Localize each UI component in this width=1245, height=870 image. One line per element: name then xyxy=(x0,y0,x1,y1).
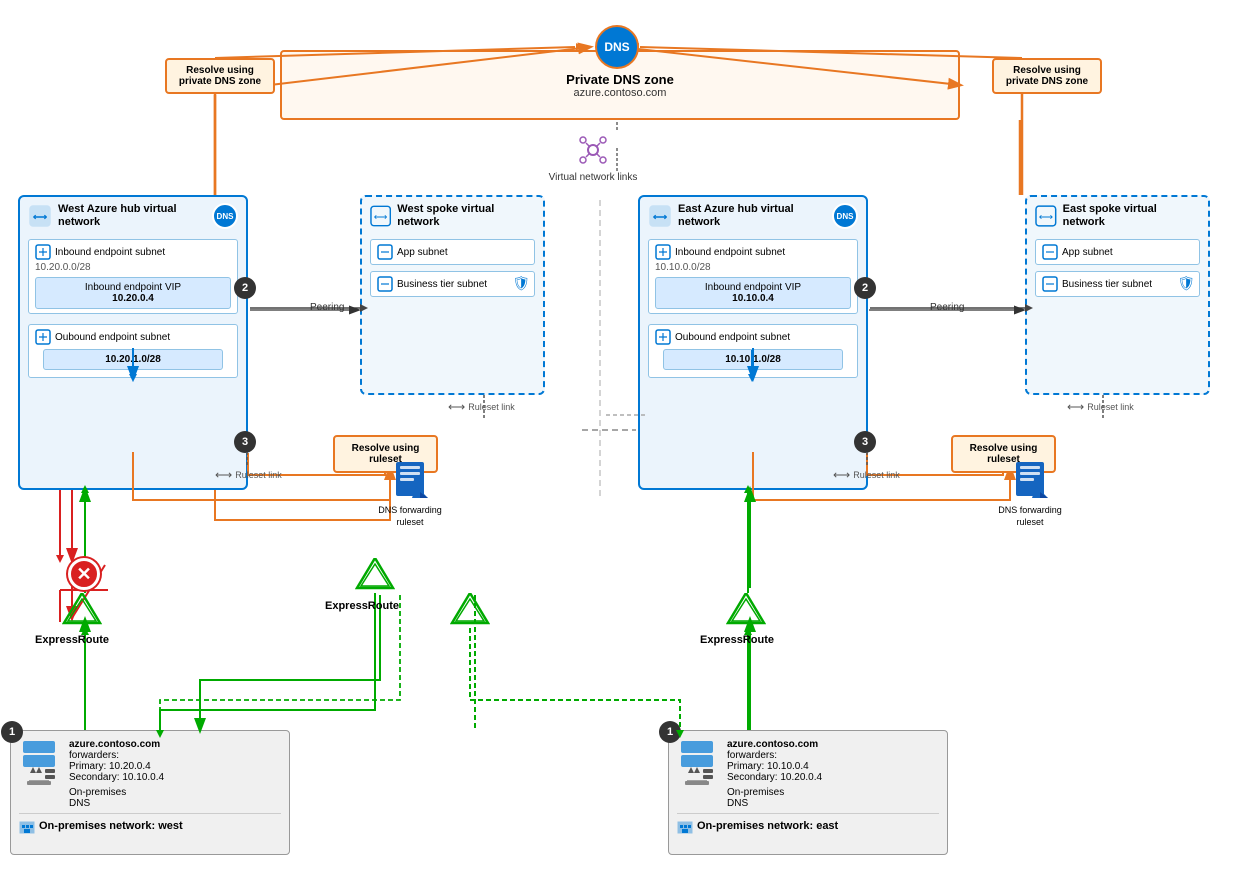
spoke-west-title: West spoke virtual network xyxy=(397,203,535,229)
resolve-private-dns-right: Resolve using private DNS zone xyxy=(992,58,1102,94)
dns-ruleset-west-label: DNS forwardingruleset xyxy=(370,505,450,528)
onprem-east-domain: azure.contoso.com xyxy=(727,739,822,750)
expressroute-center-left-label: ExpressRoute xyxy=(325,600,399,612)
onprem-west-forwarders: forwarders: xyxy=(69,750,164,761)
peering-east-label: Peering xyxy=(930,302,964,313)
shield-west-spoke: 🛡 xyxy=(512,275,530,292)
hub-east-icon: ⟷ xyxy=(648,204,672,228)
onprem-west-domain: azure.contoso.com xyxy=(69,739,164,750)
hub-west-outbound-subnet: Oubound endpoint subnet 10.20.1.0/28 xyxy=(28,324,238,378)
svg-text:⟷: ⟷ xyxy=(1039,212,1053,223)
hub-west-outbound-ip: 10.20.1.0/28 xyxy=(43,349,223,370)
onprem-east-box: 1 azure.contoso.com forwarders: Primary xyxy=(668,730,948,855)
onprem-east-forwarders: forwarders: xyxy=(727,750,822,761)
vnet-links-icon xyxy=(573,130,613,170)
business-subnet-icon xyxy=(377,276,393,292)
hub-east-inbound-ip: 10.10.0.0/28 xyxy=(655,262,851,273)
svg-text:⟷: ⟷ xyxy=(653,212,668,223)
spoke-west-app-subnet: App subnet xyxy=(370,239,535,265)
svg-text:⟷: ⟷ xyxy=(33,212,48,223)
hub-east-title: East Azure hub virtual network xyxy=(678,203,826,229)
shield-east-spoke: 🛡 xyxy=(1177,275,1195,292)
hub-east-vip: Inbound endpoint VIP 10.10.0.4 xyxy=(655,277,851,309)
onprem-east-title: On-premises network: east xyxy=(697,820,838,832)
hub-west-inbound-subnet: Inbound endpoint subnet 10.20.0.0/28 Inb… xyxy=(28,239,238,314)
hub-east-outbound-ip: 10.10.1.0/28 xyxy=(663,349,843,370)
hub-east-badge-2: 2 xyxy=(854,277,876,299)
private-dns-domain: azure.contoso.com xyxy=(574,87,667,99)
building-icon-e xyxy=(677,818,693,834)
subnet-icon xyxy=(35,244,51,260)
dns-ruleset-east: DNS forwardingruleset xyxy=(990,460,1070,528)
private-dns-zone-title: Private DNS zone xyxy=(566,72,674,87)
dns-ruleset-east-label: DNS forwardingruleset xyxy=(990,505,1070,528)
inbound-icon-e xyxy=(655,244,671,260)
onprem-east-secondary: Secondary: 10.20.0.4 xyxy=(727,772,822,783)
app-subnet-icon-e xyxy=(1042,244,1058,260)
hub-west-badge-2: 2 xyxy=(234,277,256,299)
hub-west-inbound-label: Inbound endpoint subnet xyxy=(55,247,165,258)
hub-east-inbound-subnet: Inbound endpoint subnet 10.10.0.0/28 Inb… xyxy=(648,239,858,314)
hub-east-dns-badge: DNS xyxy=(832,203,858,229)
expressroute-west-icon xyxy=(62,593,102,631)
spoke-west-business-subnet: Business tier subnet 🛡 xyxy=(370,271,535,297)
onprem-west-server-icon xyxy=(19,739,59,792)
vnet-links-label: Virtual network links xyxy=(543,172,643,183)
diagram-container: Private DNS zone azure.contoso.com DNS R… xyxy=(0,0,1245,870)
dns-ruleset-west: DNS forwardingruleset xyxy=(370,460,450,528)
svg-text:⟷: ⟷ xyxy=(374,212,388,223)
hub-west-icon: ⟷ xyxy=(28,204,52,228)
building-icon-w xyxy=(19,818,35,834)
spoke-east-business-subnet: Business tier subnet 🛡 xyxy=(1035,271,1200,297)
hub-west-vip: Inbound endpoint VIP 10.20.0.4 xyxy=(35,277,231,309)
expressroute-center-left-icon xyxy=(355,558,395,596)
onprem-west-title: On-premises network: west xyxy=(39,820,183,832)
onprem-west-secondary: Secondary: 10.10.0.4 xyxy=(69,772,164,783)
peering-west-label: Peering xyxy=(310,302,344,313)
error-circle: ✕ xyxy=(68,558,100,590)
hub-east-badge-3: 3 xyxy=(854,431,876,453)
dns-icon: DNS xyxy=(595,25,639,69)
hub-east-outbound-subnet: Oubound endpoint subnet 10.10.1.0/28 xyxy=(648,324,858,378)
expressroute-center-right-icon xyxy=(450,593,490,631)
hub-west-title: West Azure hub virtual network xyxy=(58,203,206,229)
outbound-icon-e xyxy=(655,329,671,345)
spoke-east-icon: ⟷ xyxy=(1035,205,1057,227)
onprem-west-primary: Primary: 10.20.0.4 xyxy=(69,761,164,772)
onprem-west-box: 1 azure.contoso.com forwarder xyxy=(10,730,290,855)
app-subnet-icon xyxy=(377,244,393,260)
onprem-east-server-icon xyxy=(677,739,717,792)
onprem-west-badge: 1 xyxy=(1,721,23,743)
hub-east-vnet: ⟷ East Azure hub virtual network DNS Inb… xyxy=(638,195,868,490)
onprem-east-badge: 1 xyxy=(659,721,681,743)
ruleset-link-west-spoke: ⟷ Ruleset link xyxy=(448,400,515,414)
ruleset-link-west-hub: ⟷ Ruleset link xyxy=(215,468,282,482)
spoke-east-vnet: ⟷ East spoke virtual network App subnet … xyxy=(1025,195,1210,395)
expressroute-east-label: ExpressRoute xyxy=(700,634,774,646)
hub-west-vnet: ⟷ West Azure hub virtual network DNS Inb… xyxy=(18,195,248,490)
hub-west-inbound-ip: 10.20.0.0/28 xyxy=(35,262,231,273)
onprem-east-dns: On-premisesDNS xyxy=(727,787,822,809)
spoke-east-title: East spoke virtual network xyxy=(1063,203,1200,229)
business-subnet-icon-e xyxy=(1042,276,1058,292)
hub-west-badge-3: 3 xyxy=(234,431,256,453)
expressroute-west-label: ExpressRoute xyxy=(35,634,109,646)
spoke-east-app-subnet: App subnet xyxy=(1035,239,1200,265)
hub-west-dns-badge: DNS xyxy=(212,203,238,229)
onprem-west-dns: On-premisesDNS xyxy=(69,787,164,809)
ruleset-link-east-hub: ⟷ Ruleset link xyxy=(833,468,900,482)
ruleset-link-east-spoke: ⟷ Ruleset link xyxy=(1067,400,1134,414)
expressroute-east-icon xyxy=(726,593,766,631)
resolve-private-dns-left: Resolve using private DNS zone xyxy=(165,58,275,94)
onprem-east-primary: Primary: 10.10.0.4 xyxy=(727,761,822,772)
outbound-icon xyxy=(35,329,51,345)
spoke-west-icon: ⟷ xyxy=(370,205,391,227)
spoke-west-vnet: ⟷ West spoke virtual network App subnet … xyxy=(360,195,545,395)
